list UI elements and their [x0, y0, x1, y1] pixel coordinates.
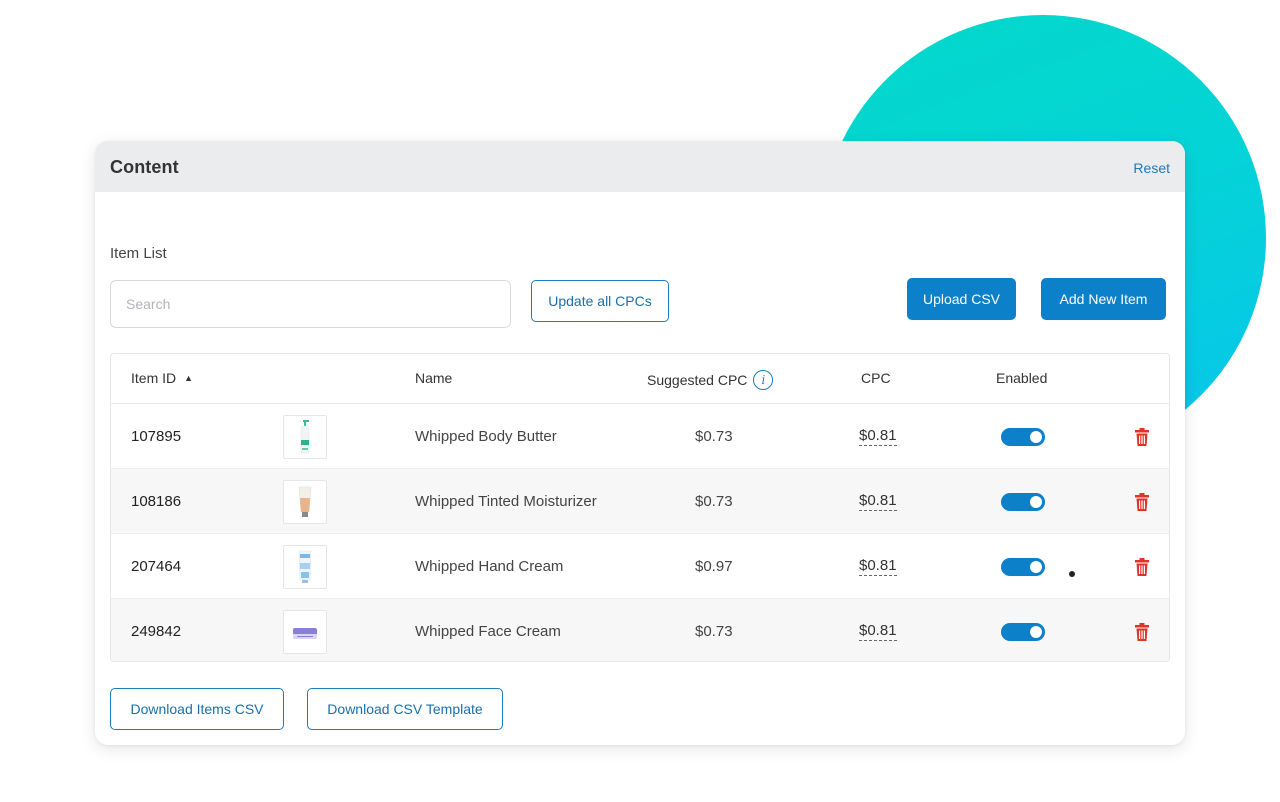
product-thumbnail — [283, 479, 327, 524]
column-header-name: Name — [415, 370, 452, 386]
cpc-cell: $0.81 — [859, 469, 897, 534]
cursor-dot — [1069, 571, 1075, 577]
column-header-enabled: Enabled — [996, 370, 1047, 386]
upload-csv-button[interactable]: Upload CSV — [907, 278, 1016, 320]
purple-jar-icon — [293, 627, 317, 639]
table-row: 107895 Whipped Body Butter $0.73 $0.81 — [111, 404, 1169, 469]
pump-bottle-icon — [300, 419, 310, 453]
add-new-item-button[interactable]: Add New Item — [1041, 278, 1166, 320]
cpc-cell: $0.81 — [859, 404, 897, 469]
cpc-value[interactable]: $0.81 — [859, 492, 897, 511]
suggested-cpc-value: $0.73 — [695, 493, 733, 510]
thumb-cell — [283, 599, 327, 661]
card-header: Content Reset — [95, 141, 1185, 192]
suggested-cpc-value: $0.97 — [695, 558, 733, 575]
column-header-cpc: CPC — [861, 370, 891, 386]
info-icon[interactable]: i — [753, 370, 774, 390]
item-name: Whipped Body Butter — [415, 428, 557, 445]
enabled-toggle[interactable] — [1001, 622, 1045, 641]
delete-button[interactable] — [1135, 534, 1149, 599]
column-header-label: Enabled — [996, 370, 1048, 386]
toggle-knob — [1030, 560, 1042, 573]
item-name: Whipped Tinted Moisturizer — [415, 493, 597, 510]
column-header-label: CPC — [861, 370, 891, 386]
item-name: Whipped Face Cream — [415, 623, 561, 640]
toggle-knob — [1030, 430, 1042, 443]
trash-icon — [1135, 492, 1149, 511]
sort-up-icon: ▲ — [184, 373, 194, 383]
items-table: Item ID ▲ Name Suggested CPC i CPC Enabl… — [110, 353, 1170, 662]
thumb-cell — [283, 469, 327, 534]
enabled-toggle[interactable] — [1001, 427, 1045, 446]
table-header: Item ID ▲ Name Suggested CPC i CPC Enabl… — [111, 354, 1169, 404]
item-id: 107895 — [131, 428, 182, 445]
content-card: Content Reset Item List Update all CPCs … — [95, 141, 1185, 745]
cpc-cell: $0.81 — [859, 534, 897, 599]
item-name: Whipped Hand Cream — [415, 558, 564, 575]
item-id: 207464 — [131, 558, 182, 575]
download-items-csv-button[interactable]: Download Items CSV — [110, 688, 284, 730]
product-thumbnail — [283, 544, 327, 589]
card-title: Content — [110, 157, 179, 177]
item-id: 108186 — [131, 493, 182, 510]
blue-tube-icon — [298, 550, 312, 583]
toggle-cell — [1001, 599, 1045, 661]
delete-button[interactable] — [1135, 599, 1149, 661]
table-row: 207464 Whipped Hand Cream $0.97 $0.81 — [111, 534, 1169, 599]
tan-tube-icon — [298, 486, 312, 517]
cpc-value[interactable]: $0.81 — [859, 427, 897, 446]
enabled-toggle[interactable] — [1001, 557, 1045, 576]
column-header-label: Item ID — [131, 370, 177, 386]
trash-icon — [1135, 622, 1149, 641]
suggested-cpc-value: $0.73 — [695, 623, 733, 640]
enabled-toggle[interactable] — [1001, 492, 1045, 511]
search-input[interactable] — [110, 280, 511, 328]
item-id: 249842 — [131, 623, 182, 640]
thumb-cell — [283, 534, 327, 599]
download-csv-template-button[interactable]: Download CSV Template — [307, 688, 503, 730]
product-thumbnail — [283, 609, 327, 654]
trash-icon — [1135, 557, 1149, 576]
column-header-item-id[interactable]: Item ID ▲ — [131, 370, 193, 386]
table-row: 108186 Whipped Tinted Moisturizer $0.73 … — [111, 469, 1169, 534]
table-row: 249842 Whipped Face Cream $0.73 $0.81 — [111, 599, 1169, 661]
product-thumbnail — [283, 414, 327, 459]
cpc-value[interactable]: $0.81 — [859, 622, 897, 641]
toggle-cell — [1001, 404, 1045, 469]
trash-icon — [1135, 427, 1149, 446]
column-header-suggested-cpc: Suggested CPC i — [647, 370, 774, 390]
toggle-cell — [1001, 469, 1045, 534]
thumb-cell — [283, 404, 327, 469]
column-header-label: Suggested CPC — [647, 372, 748, 388]
cpc-value[interactable]: $0.81 — [859, 557, 897, 576]
delete-button[interactable] — [1135, 469, 1149, 534]
cpc-cell: $0.81 — [859, 599, 897, 661]
toggle-knob — [1030, 625, 1042, 638]
column-header-label: Name — [415, 370, 453, 386]
toggle-knob — [1030, 495, 1042, 508]
delete-button[interactable] — [1135, 404, 1149, 469]
item-list-label: Item List — [110, 245, 167, 262]
update-all-cpcs-button[interactable]: Update all CPCs — [531, 280, 669, 322]
suggested-cpc-value: $0.73 — [695, 428, 733, 445]
toggle-cell — [1001, 534, 1045, 599]
reset-link[interactable]: Reset — [1133, 160, 1170, 176]
